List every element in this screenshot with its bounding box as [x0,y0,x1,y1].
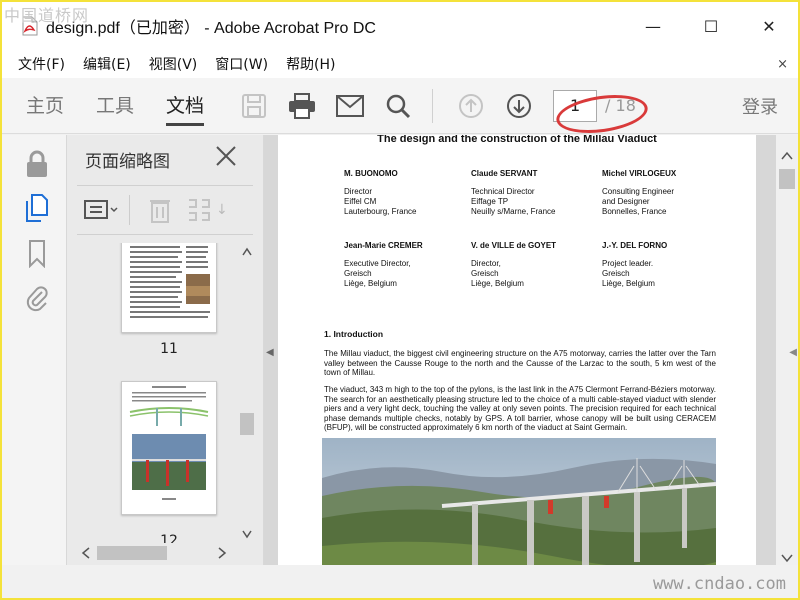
author-line: Executive Director, [344,259,411,268]
thumbnail-page-11[interactable] [121,243,217,333]
thumbnail-number-11: 11 [160,341,178,357]
title-bar: design.pdf（已加密） - Adobe Acrobat Pro DC —… [2,2,798,50]
collapse-right-icon[interactable]: ◀ [789,347,797,358]
login-button[interactable]: 登录 [742,93,778,119]
panel-title: 页面缩略图 [85,151,170,172]
tab-home[interactable]: 主页 [26,78,64,134]
author-block: J.-Y. DEL FORNO Project leader. Greisch … [602,241,667,289]
author-line: Eiffel CM [344,197,377,206]
tools-separator [129,195,130,225]
search-icon[interactable] [376,84,420,128]
tab-document[interactable]: 文档 [166,78,205,134]
collapse-left-icon[interactable]: ◀ [266,347,274,358]
menu-edit[interactable]: 编辑(E) [83,54,131,74]
more-tools-icon[interactable]: ↓ [216,202,228,218]
author-line: Neuilly s/Marne, France [471,207,556,216]
author-line: Lauterbourg, France [344,207,417,216]
paragraph: The viaduct, 343 m high to the top of th… [324,385,716,433]
email-icon[interactable] [328,84,372,128]
document-view[interactable]: ◀ The design and the construction of the… [264,135,798,565]
author-line: Bonnelles, France [602,207,667,216]
menu-file[interactable]: 文件(F) [18,54,65,74]
author-name: J.-Y. DEL FORNO [602,241,668,250]
menu-bar: 文件(F) 编辑(E) 视图(V) 窗口(W) 帮助(H) × [2,50,798,78]
menu-view[interactable]: 视图(V) [149,54,198,74]
thumbnail-scrollbar[interactable] [239,243,255,543]
print-icon[interactable] [280,84,324,128]
menu-help[interactable]: 帮助(H) [286,54,335,74]
tab-tools[interactable]: 工具 [96,78,134,134]
thumbnail-number-12: 12 [160,533,178,543]
author-line: Project leader. [602,259,654,268]
close-window-button[interactable]: ✕ [740,2,798,50]
thumbnails-panel: 页面缩略图 ↓ 11 12 [66,135,264,565]
extract-page-icon[interactable] [182,188,216,232]
main-toolbar: 主页 工具 文档 1 / 18 登录 [2,78,798,134]
lock-icon[interactable] [24,149,50,179]
author-line: and Designer [602,197,650,206]
window-title: design.pdf（已加密） - Adobe Acrobat Pro DC [46,20,376,37]
pdf-page: The design and the construction of the M… [278,135,756,565]
author-line: Eiffage TP [471,197,509,206]
thumbnail-list: 11 12 [77,243,245,543]
maximize-icon: ☐ [703,16,719,36]
close-icon: ✕ [762,16,776,36]
previous-page-icon[interactable] [449,84,493,128]
save-icon[interactable] [232,84,276,128]
author-block: Claude SERVANT Technical Director Eiffag… [471,169,555,217]
delete-page-icon[interactable] [142,188,178,232]
maximize-button[interactable]: ☐ [682,2,740,50]
author-name: M. BUONOMO [344,169,398,178]
left-rail [2,135,66,565]
section-heading: 1. Introduction [324,329,384,339]
watermark-top-left: 中国道桥网 [4,6,90,25]
minimize-icon: — [645,16,661,36]
author-name: Jean-Marie CREMER [344,241,423,250]
document-title: The design and the construction of the M… [377,135,657,145]
author-line: Greisch [602,269,630,278]
author-line: Liège, Belgium [602,279,655,288]
menu-window[interactable]: 窗口(W) [215,54,268,74]
author-line: Greisch [344,269,372,278]
next-page-icon[interactable] [497,84,541,128]
author-line: Technical Director [471,187,535,196]
paragraph: The Millau viaduct, the biggest civil en… [324,349,716,378]
watermark-bottom-right: www.cndao.com [652,574,786,594]
page-thumbnails-icon[interactable] [24,193,50,223]
toolbar-separator [432,88,434,123]
author-block: V. de VILLE de GOYET Director, Greisch L… [471,241,556,289]
author-line: Consulting Engineer [602,187,675,196]
author-block: M. BUONOMO Director Eiffel CM Lauterbour… [344,169,417,217]
attachment-icon[interactable] [24,283,50,313]
viaduct-photo [322,438,716,565]
author-line: Liège, Belgium [344,279,397,288]
author-line: Director [344,187,373,196]
thumbnail-tools: ↓ [77,185,253,235]
thumbnail-options-icon[interactable] [81,188,121,232]
close-document-icon[interactable]: × [777,57,788,72]
author-name: V. de VILLE de GOYET [471,241,557,250]
author-line: Director, [471,259,501,268]
author-block: Michel VIRLOGEUX Consulting Engineer and… [602,169,676,217]
author-block: Jean-Marie CREMER Executive Director, Gr… [344,241,423,289]
author-name: Claude SERVANT [471,169,538,178]
thumbnail-page-12[interactable] [121,381,217,515]
author-line: Greisch [471,269,499,278]
thumbnail-horizontal-scrollbar[interactable] [77,543,227,563]
window-controls: — ☐ ✕ [624,2,798,50]
author-name: Michel VIRLOGEUX [602,169,677,178]
close-icon[interactable] [215,145,239,171]
minimize-button[interactable]: — [624,2,682,50]
author-line: Liège, Belgium [471,279,524,288]
bookmark-icon[interactable] [24,239,50,269]
